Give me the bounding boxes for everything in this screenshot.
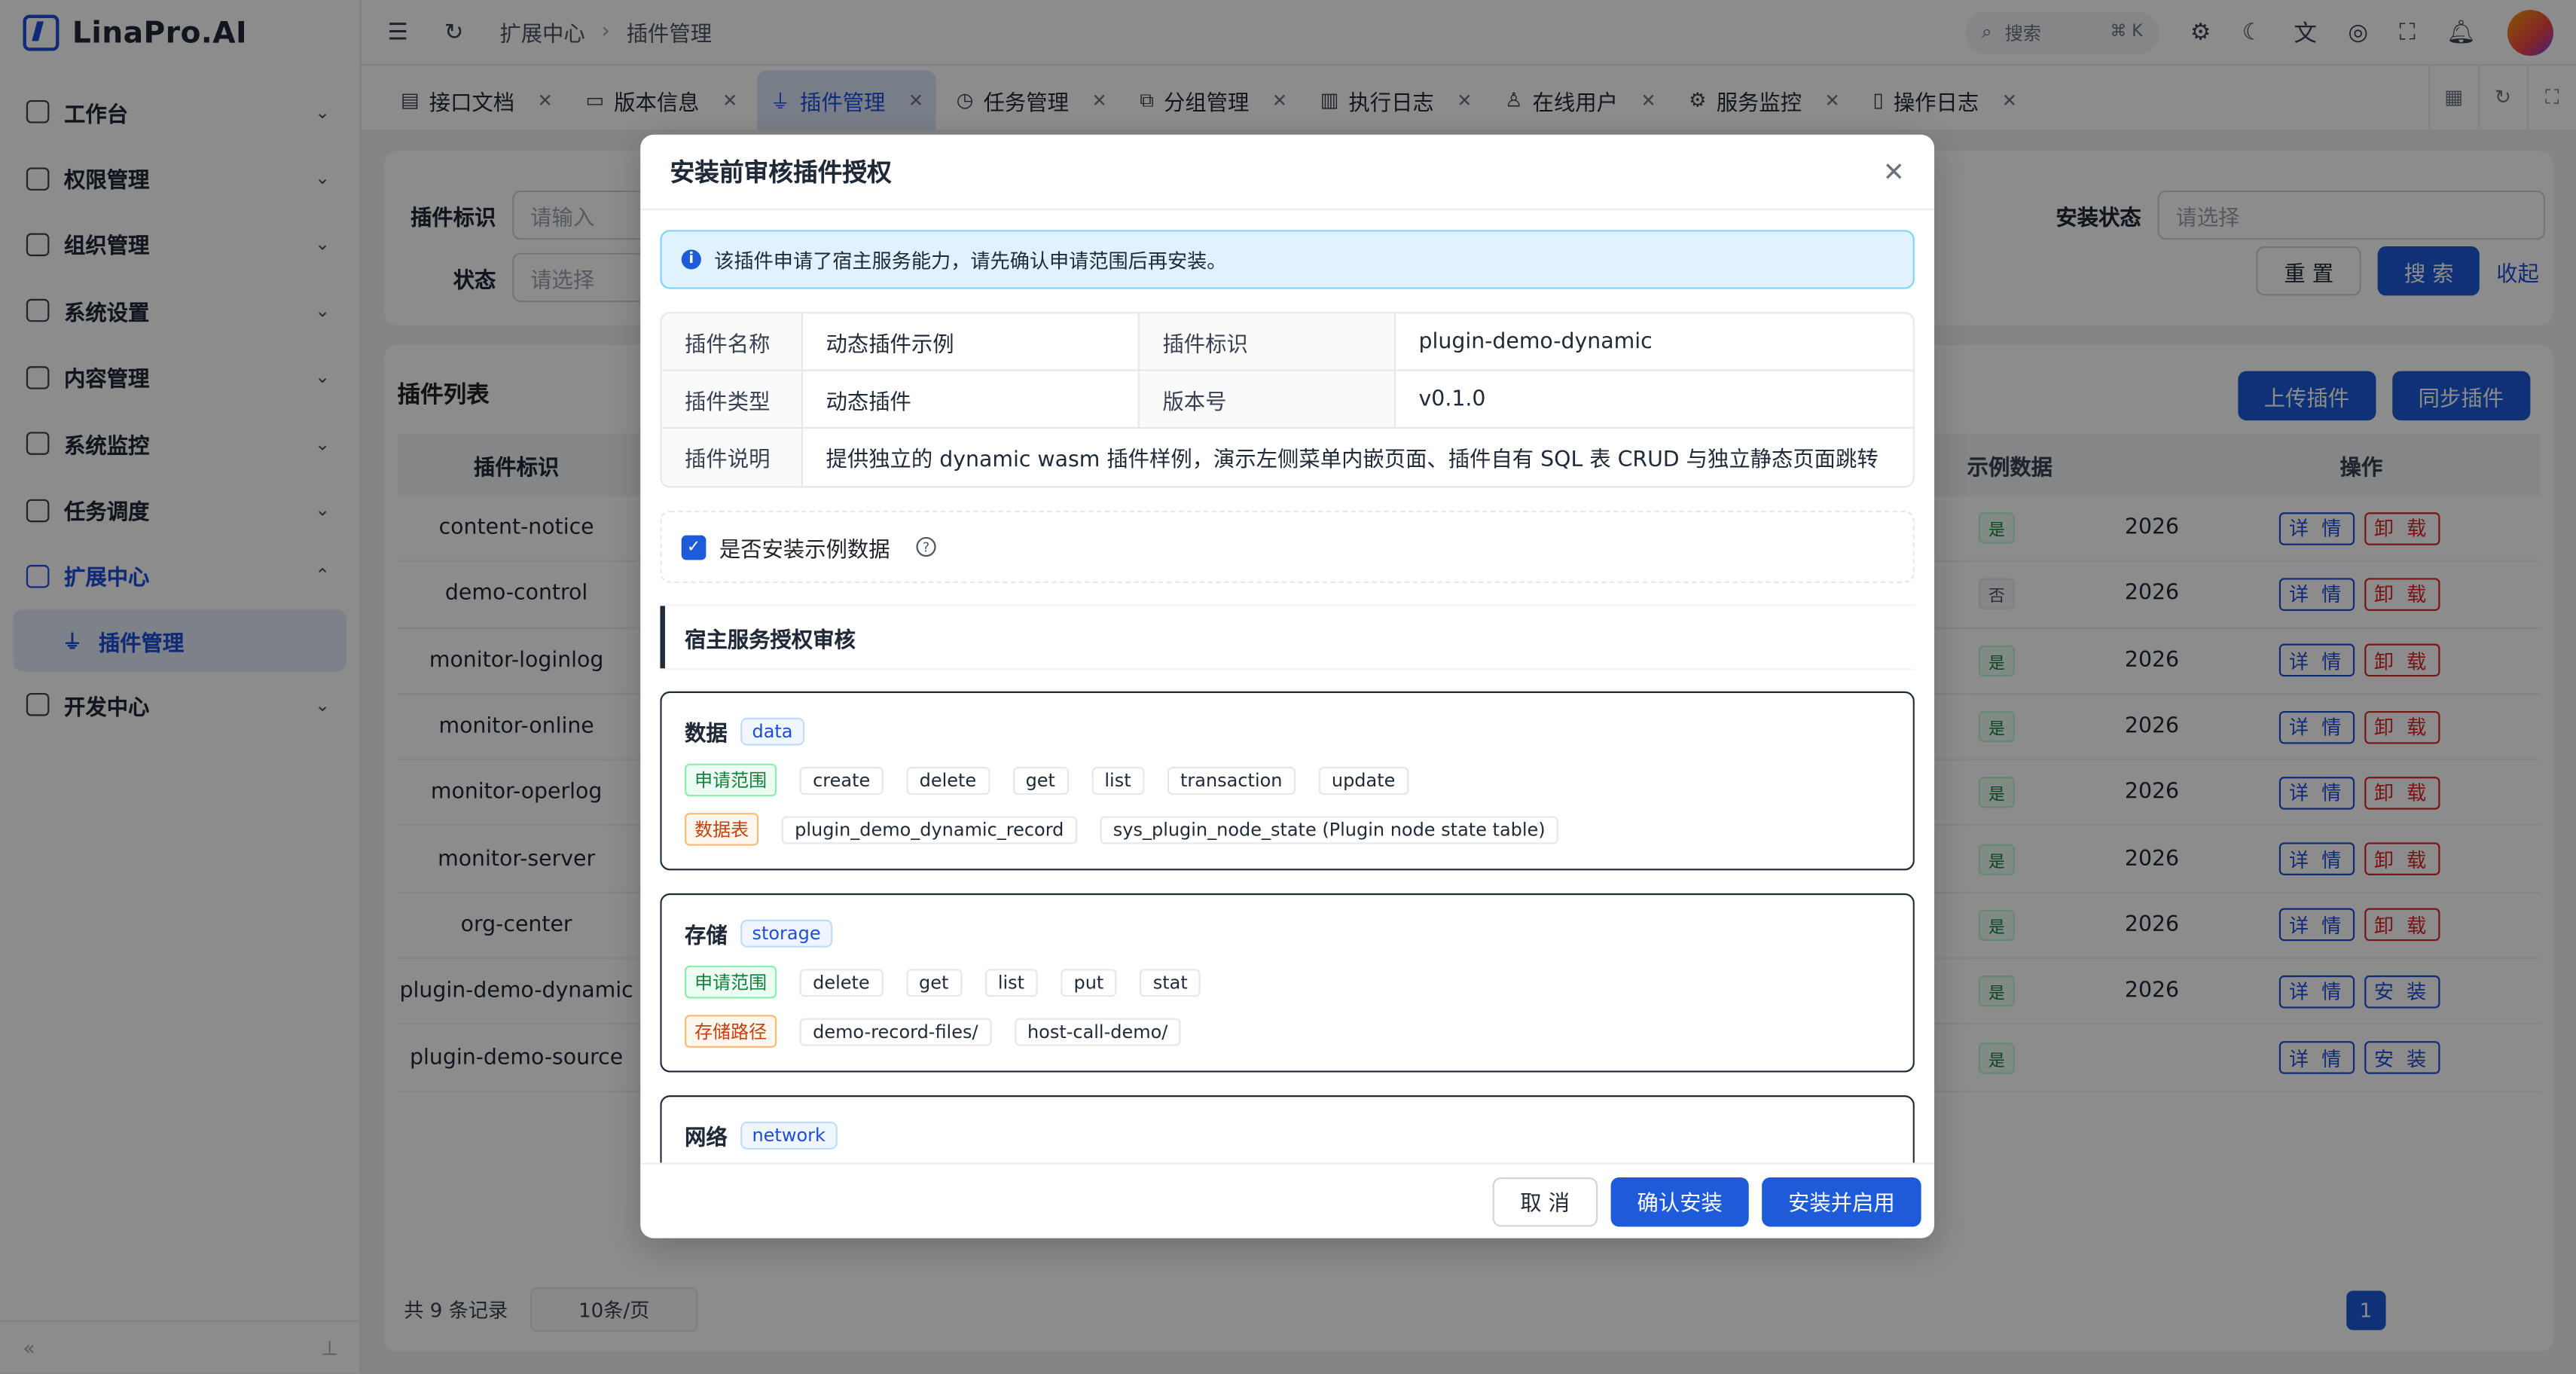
capability-tag: network <box>740 1121 838 1150</box>
desc-label: 插件名称 <box>661 313 804 370</box>
close-icon[interactable]: ✕ <box>1883 156 1905 187</box>
desc-row: 插件名称 动态插件示例 插件标识 plugin-demo-dynamic <box>661 313 1913 371</box>
capability-row: 数据表 plugin_demo_dynamic_record sys_plugin_… <box>685 813 1890 846</box>
capability-item-tag: delete <box>799 968 884 997</box>
help-icon[interactable]: ? <box>916 536 936 557</box>
demo-data-checkbox[interactable]: ✓ <box>681 534 707 560</box>
capability-item-tag: sys_plugin_node_state (Plugin node state… <box>1100 815 1559 844</box>
desc-value: v0.1.0 <box>1418 386 1486 412</box>
demo-data-option: ✓ 是否安装示例数据 ? <box>660 510 1915 583</box>
desc-value: plugin-demo-dynamic <box>1418 329 1653 354</box>
capability-card: 数据 data 申请范围 create delete get list transaction… <box>660 691 1915 871</box>
info-alert: i 该插件申请了宿主服务能力，请先确认申请范围后再安装。 <box>660 230 1915 289</box>
cancel-button[interactable]: 取 消 <box>1492 1176 1598 1226</box>
alert-text: 该插件申请了宿主服务能力，请先确认申请范围后再安装。 <box>714 249 1227 272</box>
capability-head: 网络 network <box>685 1120 1890 1151</box>
checkbox-label[interactable]: 是否安装示例数据 <box>719 531 890 563</box>
modal-header: 安装前审核插件授权 ✕ <box>640 135 1935 211</box>
section-title: 宿主服务授权审核 <box>660 606 1915 669</box>
capability-item-tag: put <box>1061 968 1117 997</box>
desc-label: 版本号 <box>1139 371 1396 427</box>
capability-list: 数据 data 申请范围 create delete get list transaction… <box>660 691 1915 1163</box>
capability-card: 存储 storage 申请范围 delete get list put stat 存储路径 dem… <box>660 893 1915 1073</box>
capability-head: 存储 storage <box>685 918 1890 949</box>
capability-item-tag: update <box>1318 765 1409 795</box>
capability-kind-tag: 存储路径 <box>685 1015 777 1048</box>
capability-card: 网络 network <box>660 1095 1915 1163</box>
capability-kind-tag: 申请范围 <box>685 965 777 999</box>
capability-head: 数据 data <box>685 716 1890 747</box>
plugin-descriptions: 插件名称 动态插件示例 插件标识 plugin-demo-dynamic 插件类… <box>660 312 1915 488</box>
desc-label: 插件类型 <box>661 371 804 427</box>
capability-item-tag: create <box>799 765 884 795</box>
capability-item-tag: delete <box>906 765 990 795</box>
capability-title: 数据 <box>685 722 728 747</box>
confirm-install-button[interactable]: 确认安装 <box>1610 1176 1749 1226</box>
capability-item-tag: list <box>1091 765 1145 795</box>
capability-title: 网络 <box>685 1126 728 1152</box>
desc-row: 插件说明 提供独立的 dynamic wasm 插件样例，演示左侧菜单内嵌页面、… <box>661 428 1913 487</box>
capability-item-tag: host-call-demo/ <box>1014 1017 1181 1046</box>
capability-item-tag: transaction <box>1167 765 1296 795</box>
desc-value: 提供独立的 dynamic wasm 插件样例，演示左侧菜单内嵌页面、插件自有 … <box>826 448 1879 473</box>
modal-body[interactable]: i 该插件申请了宿主服务能力，请先确认申请范围后再安装。 插件名称 动态插件示例… <box>660 230 1915 1163</box>
desc-label: 插件标识 <box>1139 313 1396 370</box>
modal-footer: 取 消 确认安装 安装并启用 <box>640 1162 1935 1238</box>
install-enable-button[interactable]: 安装并启用 <box>1762 1176 1921 1226</box>
desc-label: 插件说明 <box>661 428 804 487</box>
desc-row: 插件类型 动态插件 版本号 v0.1.0 <box>661 371 1913 429</box>
capability-row: 申请范围 delete get list put stat <box>685 965 1890 999</box>
capability-item-tag: plugin_demo_dynamic_record <box>781 815 1077 844</box>
capability-row: 存储路径 demo-record-files/host-call-demo/ <box>685 1015 1890 1048</box>
capability-item-tag: list <box>984 968 1038 997</box>
capability-kind-tag: 数据表 <box>685 813 759 846</box>
capability-kind-tag: 申请范围 <box>685 763 777 797</box>
capability-tag: storage <box>740 919 832 948</box>
capability-title: 存储 <box>685 924 728 950</box>
modal-title: 安装前审核插件授权 <box>670 157 892 188</box>
install-review-modal: 安装前审核插件授权 ✕ i 该插件申请了宿主服务能力，请先确认申请范围后再安装。… <box>640 134 1935 1238</box>
capability-item-tag: get <box>905 968 962 997</box>
info-icon: i <box>681 249 701 270</box>
capability-tag: data <box>740 717 804 746</box>
capability-item-tag: stat <box>1140 968 1201 997</box>
capability-item-tag: demo-record-files/ <box>799 1017 992 1046</box>
desc-value: 动态插件 <box>803 371 1140 427</box>
capability-row: 申请范围 create delete get list transaction update <box>685 763 1890 797</box>
desc-value: 动态插件示例 <box>803 313 1140 370</box>
capability-item-tag: get <box>1012 765 1069 795</box>
